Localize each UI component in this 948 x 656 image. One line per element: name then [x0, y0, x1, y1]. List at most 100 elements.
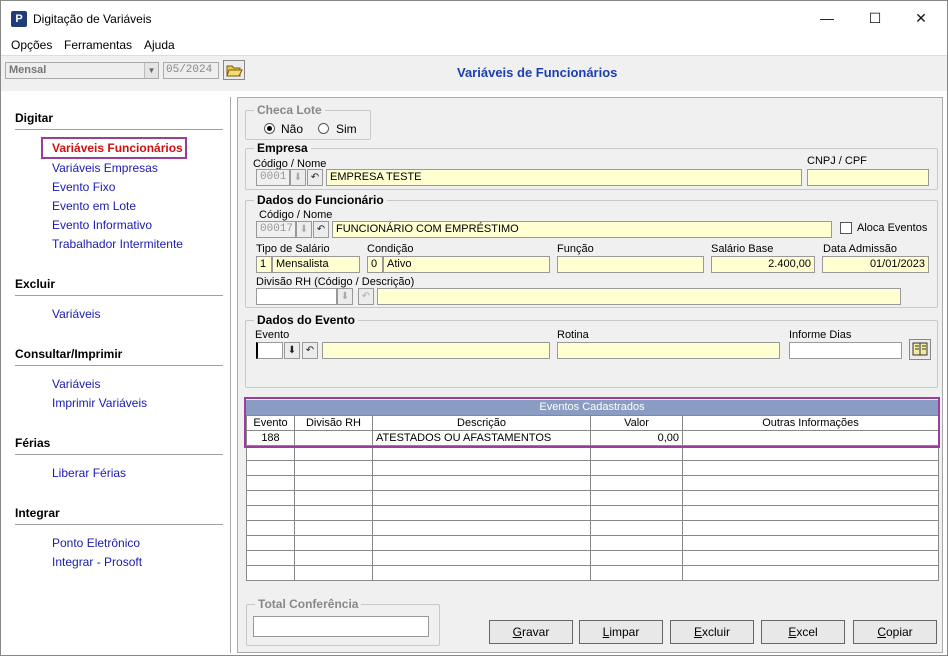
sidebar-item-liberar-ferias[interactable]: Liberar Férias — [52, 466, 126, 480]
funcionario-group: Dados do Funcionário Código / Nome 00017… — [245, 193, 938, 308]
sidebar-item-trabalhador-intermitente[interactable]: Trabalhador Intermitente — [52, 237, 183, 251]
radio-sim[interactable] — [318, 123, 329, 134]
competence-date-field[interactable]: 05/2024 — [163, 62, 219, 79]
funcionario-title: Dados do Funcionário — [254, 193, 387, 207]
book-icon — [912, 342, 928, 356]
condicao-label: Condição — [367, 243, 414, 255]
undo-arrow-icon[interactable]: ↶ — [313, 221, 329, 238]
empresa-codigo-field[interactable]: 0001 — [256, 169, 290, 186]
radio-nao-label: Não — [281, 122, 304, 136]
sidebar-item-variaveis-funcionarios[interactable]: Variáveis Funcionários — [52, 141, 183, 155]
funcionario-codigo-field[interactable]: 00017 — [256, 221, 296, 238]
title-bar: P Digitação de Variáveis — ☐ ✕ — [1, 1, 947, 35]
evento-desc-field[interactable] — [322, 342, 550, 359]
sidebar-item-consultar-variaveis[interactable]: Variáveis — [52, 377, 100, 391]
tipo-salario-code[interactable]: 1 — [256, 256, 272, 273]
funcionario-codigo-label: Código / Nome — [259, 209, 333, 221]
selection-highlight — [244, 397, 940, 448]
table-row[interactable] — [246, 520, 939, 536]
sidebar-item-integrar-prosoft[interactable]: Integrar - Prosoft — [52, 555, 142, 569]
sidebar-item-evento-em-lote[interactable]: Evento em Lote — [52, 199, 136, 213]
excluir-button[interactable]: Excluir — [670, 620, 754, 644]
maximize-button[interactable]: ☐ — [857, 7, 893, 29]
empresa-title: Empresa — [254, 141, 311, 155]
empresa-nome-field[interactable]: EMPRESA TESTE — [326, 169, 802, 186]
menu-ferramentas[interactable]: Ferramentas — [64, 38, 132, 52]
close-button[interactable]: ✕ — [903, 7, 939, 29]
total-conferencia-title: Total Conferência — [255, 597, 362, 611]
salario-base-label: Salário Base — [711, 243, 774, 255]
undo-arrow-icon[interactable]: ↶ — [358, 288, 374, 305]
period-value: Mensal — [9, 64, 47, 76]
sidebar-item-imprimir-variaveis[interactable]: Imprimir Variáveis — [52, 396, 147, 410]
rotina-field[interactable] — [557, 342, 780, 359]
download-arrow-icon[interactable]: ⬇ — [337, 288, 353, 305]
chevron-down-icon[interactable]: ▼ — [144, 63, 158, 78]
excel-button[interactable]: Excel — [761, 620, 845, 644]
checa-lote-title: Checa Lote — [254, 103, 325, 117]
period-select[interactable]: Mensal ▼ — [5, 62, 159, 79]
divisao-rh-desc-field[interactable] — [377, 288, 901, 305]
evento-code-field[interactable] — [256, 342, 283, 359]
total-conferencia-field[interactable] — [253, 616, 429, 637]
radio-sim-label: Sim — [336, 122, 357, 136]
limpar-button[interactable]: Limpar — [579, 620, 663, 644]
window-title: Digitação de Variáveis — [33, 12, 152, 26]
main-content: Checa Lote Não Sim Empresa Código / Nome… — [237, 97, 943, 653]
divider — [15, 524, 223, 525]
menu-opcoes[interactable]: Opções — [11, 38, 52, 52]
checa-lote-group: Checa Lote Não Sim — [245, 103, 371, 140]
book-button[interactable] — [909, 339, 931, 360]
sidebar-item-variaveis-empresas[interactable]: Variáveis Empresas — [52, 161, 158, 175]
aloca-eventos-label: Aloca Eventos — [857, 222, 928, 234]
table-row[interactable] — [246, 565, 939, 581]
divider — [15, 129, 223, 130]
download-arrow-icon[interactable]: ⬇ — [296, 221, 312, 238]
data-admissao-field[interactable]: 01/01/2023 — [822, 256, 929, 273]
radio-nao[interactable] — [264, 123, 275, 134]
toolbar: Mensal ▼ 05/2024 Variáveis de Funcionári… — [1, 55, 947, 91]
menu-ajuda[interactable]: Ajuda — [144, 38, 175, 52]
divisao-rh-code-field[interactable] — [256, 288, 337, 305]
app-logo-icon: P — [11, 11, 27, 27]
undo-arrow-icon[interactable]: ↶ — [302, 342, 318, 359]
table-row[interactable] — [246, 535, 939, 551]
sidebar-item-evento-fixo[interactable]: Evento Fixo — [52, 180, 115, 194]
informe-dias-field[interactable] — [789, 342, 902, 359]
condicao-field[interactable]: Ativo — [383, 256, 550, 273]
sidebar-heading-ferias: Férias — [15, 436, 51, 450]
undo-arrow-icon[interactable]: ↶ — [307, 169, 323, 186]
divider — [15, 365, 223, 366]
download-arrow-icon[interactable]: ⬇ — [284, 342, 300, 359]
condicao-code[interactable]: 0 — [367, 256, 383, 273]
table-row[interactable] — [246, 550, 939, 566]
table-row[interactable] — [246, 490, 939, 506]
data-admissao-label: Data Admissão — [823, 243, 897, 255]
menu-bar: Opções Ferramentas Ajuda — [1, 35, 947, 55]
tipo-salario-label: Tipo de Salário — [256, 243, 330, 255]
sidebar-heading-integrar: Integrar — [15, 506, 60, 520]
table-row[interactable] — [246, 505, 939, 521]
tipo-salario-field[interactable]: Mensalista — [272, 256, 360, 273]
table-row[interactable] — [246, 475, 939, 491]
sidebar-heading-digitar: Digitar — [15, 111, 54, 125]
divisao-rh-label: Divisão RH (Código / Descrição) — [256, 276, 415, 288]
funcao-field[interactable] — [557, 256, 704, 273]
sidebar-item-evento-informativo[interactable]: Evento Informativo — [52, 218, 152, 232]
aloca-eventos-checkbox[interactable] — [840, 222, 852, 234]
download-arrow-icon[interactable]: ⬇ — [290, 169, 306, 186]
funcionario-nome-field[interactable]: FUNCIONÁRIO COM EMPRÉSTIMO — [332, 221, 832, 238]
copiar-button[interactable]: Copiar — [853, 620, 937, 644]
salario-base-field[interactable]: 2.400,00 — [711, 256, 815, 273]
cnpj-field[interactable] — [807, 169, 929, 186]
gravar-button[interactable]: Gravar — [489, 620, 573, 644]
informe-dias-label: Informe Dias — [789, 329, 852, 341]
minimize-button[interactable]: — — [809, 7, 845, 29]
sidebar-item-excluir-variaveis[interactable]: Variáveis — [52, 307, 100, 321]
open-folder-button[interactable] — [223, 60, 245, 80]
sidebar-item-ponto-eletronico[interactable]: Ponto Eletrônico — [52, 536, 140, 550]
evento-title: Dados do Evento — [254, 313, 359, 327]
total-conferencia-group: Total Conferência — [246, 597, 440, 646]
table-row[interactable] — [246, 460, 939, 476]
sidebar-heading-excluir: Excluir — [15, 277, 56, 291]
